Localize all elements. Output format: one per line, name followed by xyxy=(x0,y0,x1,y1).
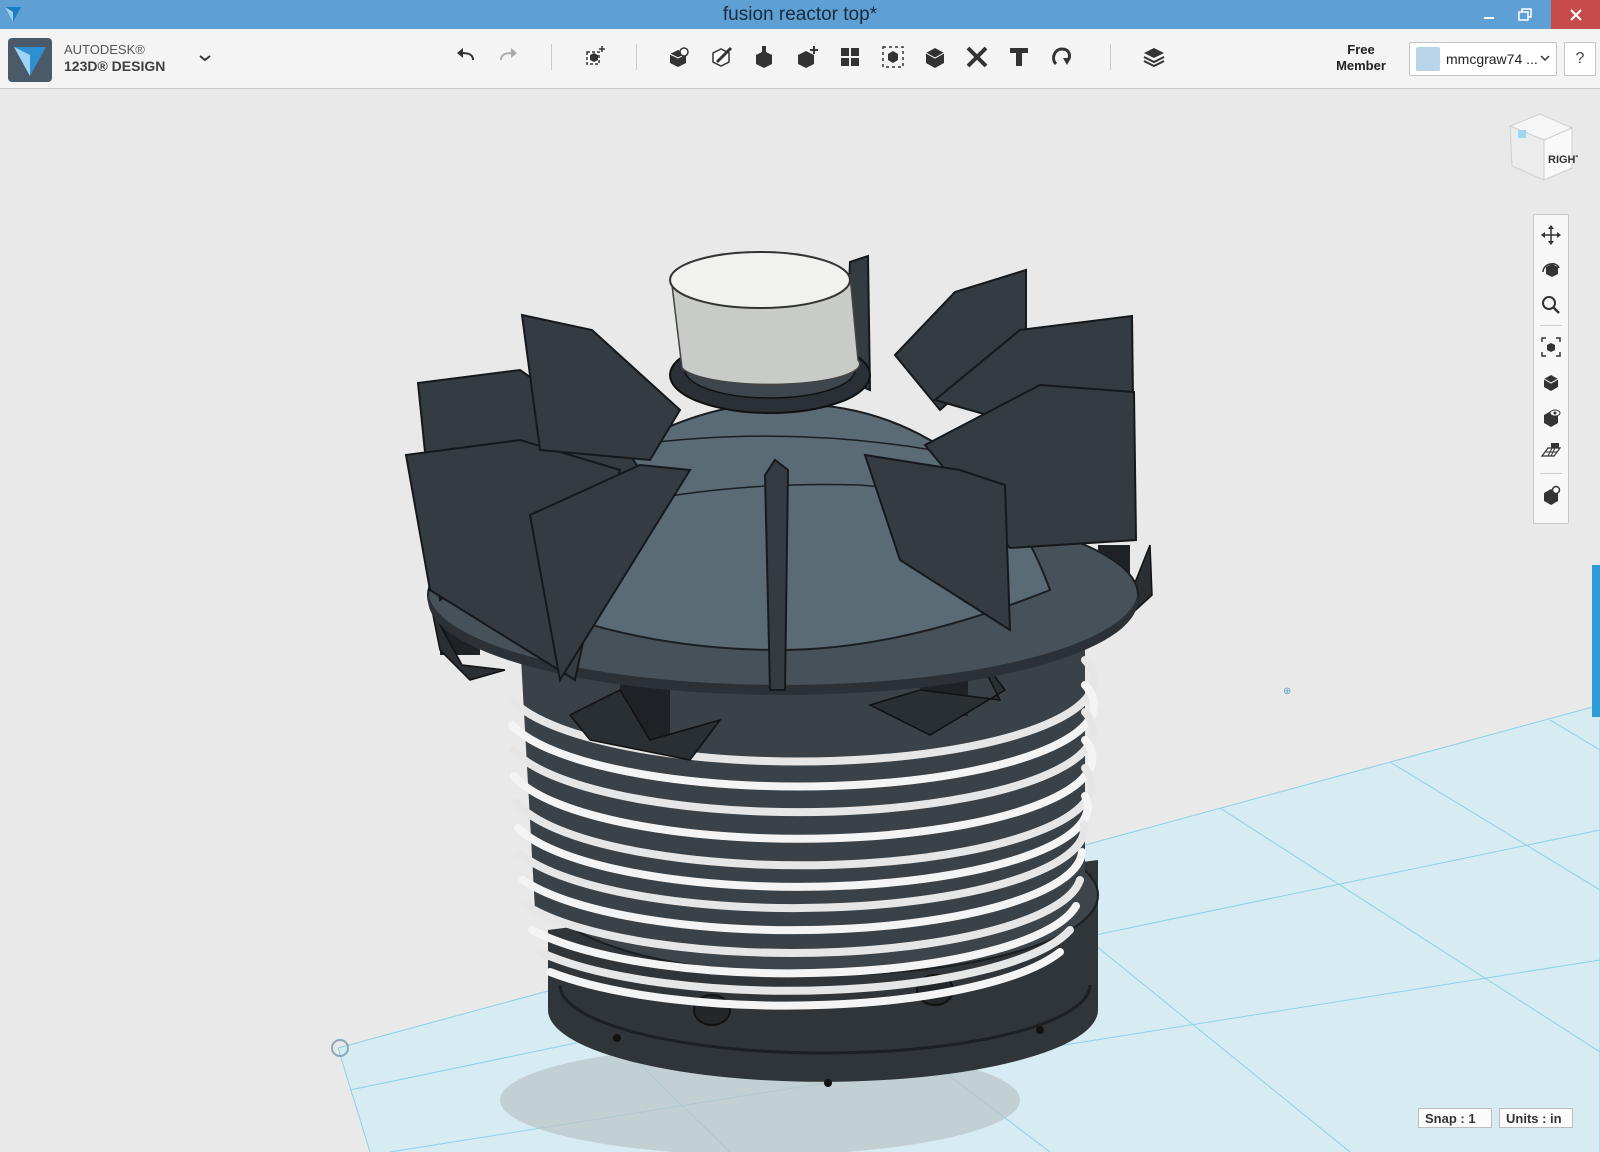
pattern-icon[interactable] xyxy=(836,43,864,71)
material-view-icon[interactable] xyxy=(1539,483,1563,507)
sketch-icon[interactable] xyxy=(708,43,736,71)
membership-line2: Member xyxy=(1336,58,1386,73)
svg-text:⊕: ⊕ xyxy=(1283,686,1291,697)
title-bar: fusion reactor top* xyxy=(0,0,1600,29)
snap-setting[interactable]: Snap : 1 xyxy=(1418,1108,1492,1128)
navigation-bar xyxy=(1533,214,1569,524)
product-name: 123D® DESIGN xyxy=(64,58,166,74)
undo-icon[interactable] xyxy=(452,43,480,71)
user-menu[interactable]: mmcgraw74 ... xyxy=(1409,42,1557,76)
pan-icon[interactable] xyxy=(1539,223,1563,247)
autodesk-logo-icon xyxy=(8,38,52,82)
visibility-icon[interactable] xyxy=(1539,405,1563,429)
material-icon[interactable] xyxy=(1140,43,1168,71)
close-button[interactable] xyxy=(1551,0,1600,29)
minimize-button[interactable] xyxy=(1472,0,1506,29)
membership-label: Free Member xyxy=(1320,42,1402,74)
scene-canvas[interactable]: ⊕ xyxy=(0,89,1600,1152)
restore-button[interactable] xyxy=(1508,0,1542,29)
window-title: fusion reactor top* xyxy=(722,4,878,25)
text-icon[interactable] xyxy=(1005,43,1033,71)
group-icon[interactable] xyxy=(879,43,907,71)
app-menu-chevron-icon[interactable] xyxy=(196,49,214,67)
toolbar-separator xyxy=(636,44,637,70)
username: mmcgraw74 ... xyxy=(1446,51,1538,67)
fit-icon[interactable] xyxy=(1539,335,1563,359)
construct-icon[interactable] xyxy=(750,43,778,71)
measure-icon[interactable] xyxy=(963,43,991,71)
view-solid-icon[interactable] xyxy=(1539,370,1563,394)
grid-icon[interactable] xyxy=(1539,440,1563,464)
redo-icon[interactable] xyxy=(494,43,522,71)
viewcube-face-label: RIGHT xyxy=(1548,154,1578,166)
membership-line1: Free xyxy=(1347,42,1375,57)
toolbar-separator xyxy=(551,44,552,70)
avatar xyxy=(1416,47,1440,71)
primitives-icon[interactable] xyxy=(665,43,693,71)
main-toolbar: AUTODESK® 123D® DESIGN Free Member mmcgr… xyxy=(0,29,1600,89)
nav-separator xyxy=(1540,325,1562,326)
side-panel-handle[interactable] xyxy=(1592,565,1600,717)
combine-icon[interactable] xyxy=(921,43,949,71)
zoom-icon[interactable] xyxy=(1539,293,1563,317)
brand-name: AUTODESK® xyxy=(64,42,145,57)
modify-icon[interactable] xyxy=(793,43,821,71)
nav-separator xyxy=(1540,473,1562,474)
toolbar-separator xyxy=(1110,44,1111,70)
viewcube[interactable]: RIGHT xyxy=(1504,108,1578,186)
transform-icon[interactable] xyxy=(581,43,609,71)
units-setting[interactable]: Units : in xyxy=(1499,1108,1573,1128)
chevron-down-icon xyxy=(1540,55,1550,62)
3d-viewport[interactable]: ⊕ RIGHT xyxy=(0,89,1600,1152)
orbit-icon[interactable] xyxy=(1539,258,1563,282)
help-button[interactable]: ? xyxy=(1564,42,1596,76)
snap-icon[interactable] xyxy=(1048,43,1076,71)
